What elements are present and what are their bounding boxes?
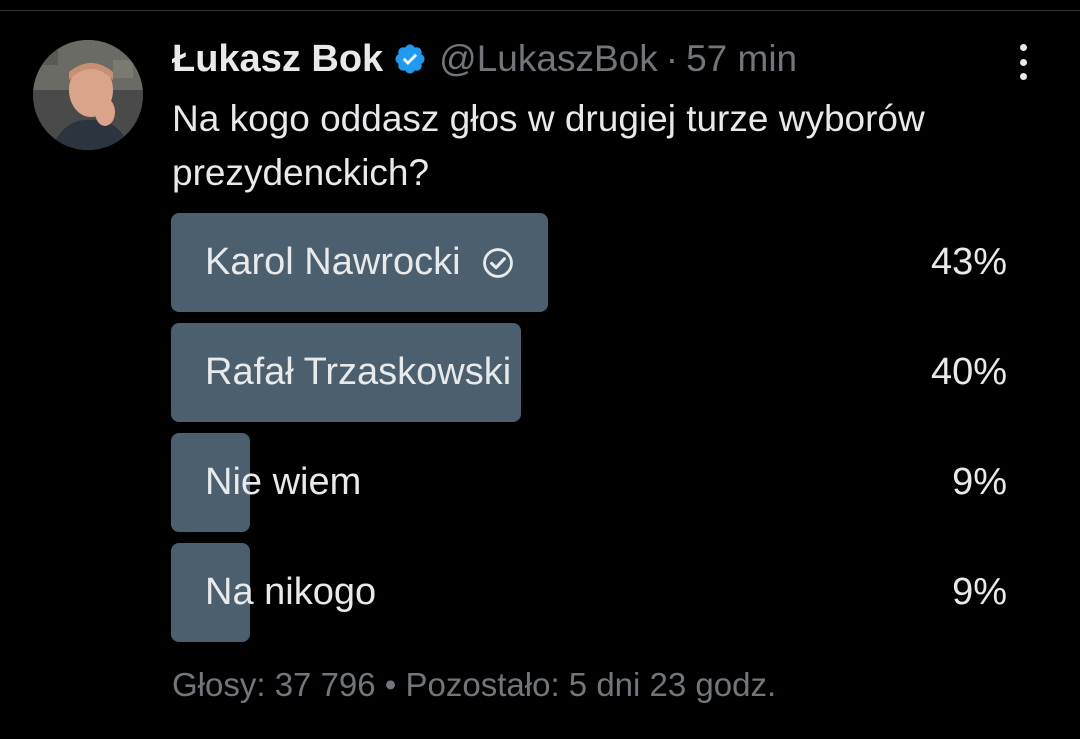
- poll-remaining: Pozostało: 5 dni 23 godz.: [405, 666, 777, 703]
- check-circle-icon: [481, 246, 515, 280]
- poll-option-label: Karol Nawrocki: [205, 241, 461, 283]
- top-divider: [0, 10, 1080, 11]
- poll: Karol Nawrocki 43% Rafał Trzaskowski 40%…: [171, 213, 1011, 653]
- poll-option-label: Na nikogo: [205, 571, 377, 613]
- post-text: Na kogo oddasz głos w drugiej turze wybo…: [172, 98, 925, 193]
- poll-option[interactable]: Na nikogo 9%: [171, 543, 1011, 642]
- poll-option[interactable]: Rafał Trzaskowski 40%: [171, 323, 1011, 422]
- more-options-icon[interactable]: [1008, 42, 1038, 82]
- poll-percent: 40%: [930, 351, 1007, 393]
- poll-option-label-wrap: Rafał Trzaskowski: [205, 323, 511, 422]
- poll-option[interactable]: Karol Nawrocki 43%: [171, 213, 1011, 312]
- header-separator: ·: [665, 38, 679, 79]
- poll-option-label-wrap: Nie wiem: [205, 433, 361, 532]
- verified-badge-icon[interactable]: [393, 42, 427, 76]
- poll-percent: 9%: [952, 571, 1007, 613]
- poll-option-label: Rafał Trzaskowski: [205, 351, 512, 393]
- author-name[interactable]: Łukasz Bok: [172, 38, 383, 81]
- avatar-image: [33, 40, 143, 150]
- poll-percent: 9%: [952, 461, 1007, 503]
- post-time[interactable]: 57 min: [686, 38, 797, 80]
- post-header: Łukasz Bok @LukaszBok · 57 min: [172, 34, 797, 84]
- poll-votes: Głosy: 37 796: [172, 666, 376, 703]
- avatar[interactable]: [33, 40, 143, 150]
- poll-footer: Głosy: 37 796 • Pozostało: 5 dni 23 godz…: [172, 666, 776, 704]
- poll-option-label: Nie wiem: [205, 461, 362, 503]
- poll-option-label-wrap: Na nikogo: [205, 543, 376, 642]
- footer-separator: •: [384, 666, 397, 703]
- poll-option-label-wrap: Karol Nawrocki: [205, 213, 515, 312]
- poll-option[interactable]: Nie wiem 9%: [171, 433, 1011, 532]
- author-handle[interactable]: @LukaszBok: [439, 38, 658, 80]
- poll-percent: 43%: [930, 241, 1007, 283]
